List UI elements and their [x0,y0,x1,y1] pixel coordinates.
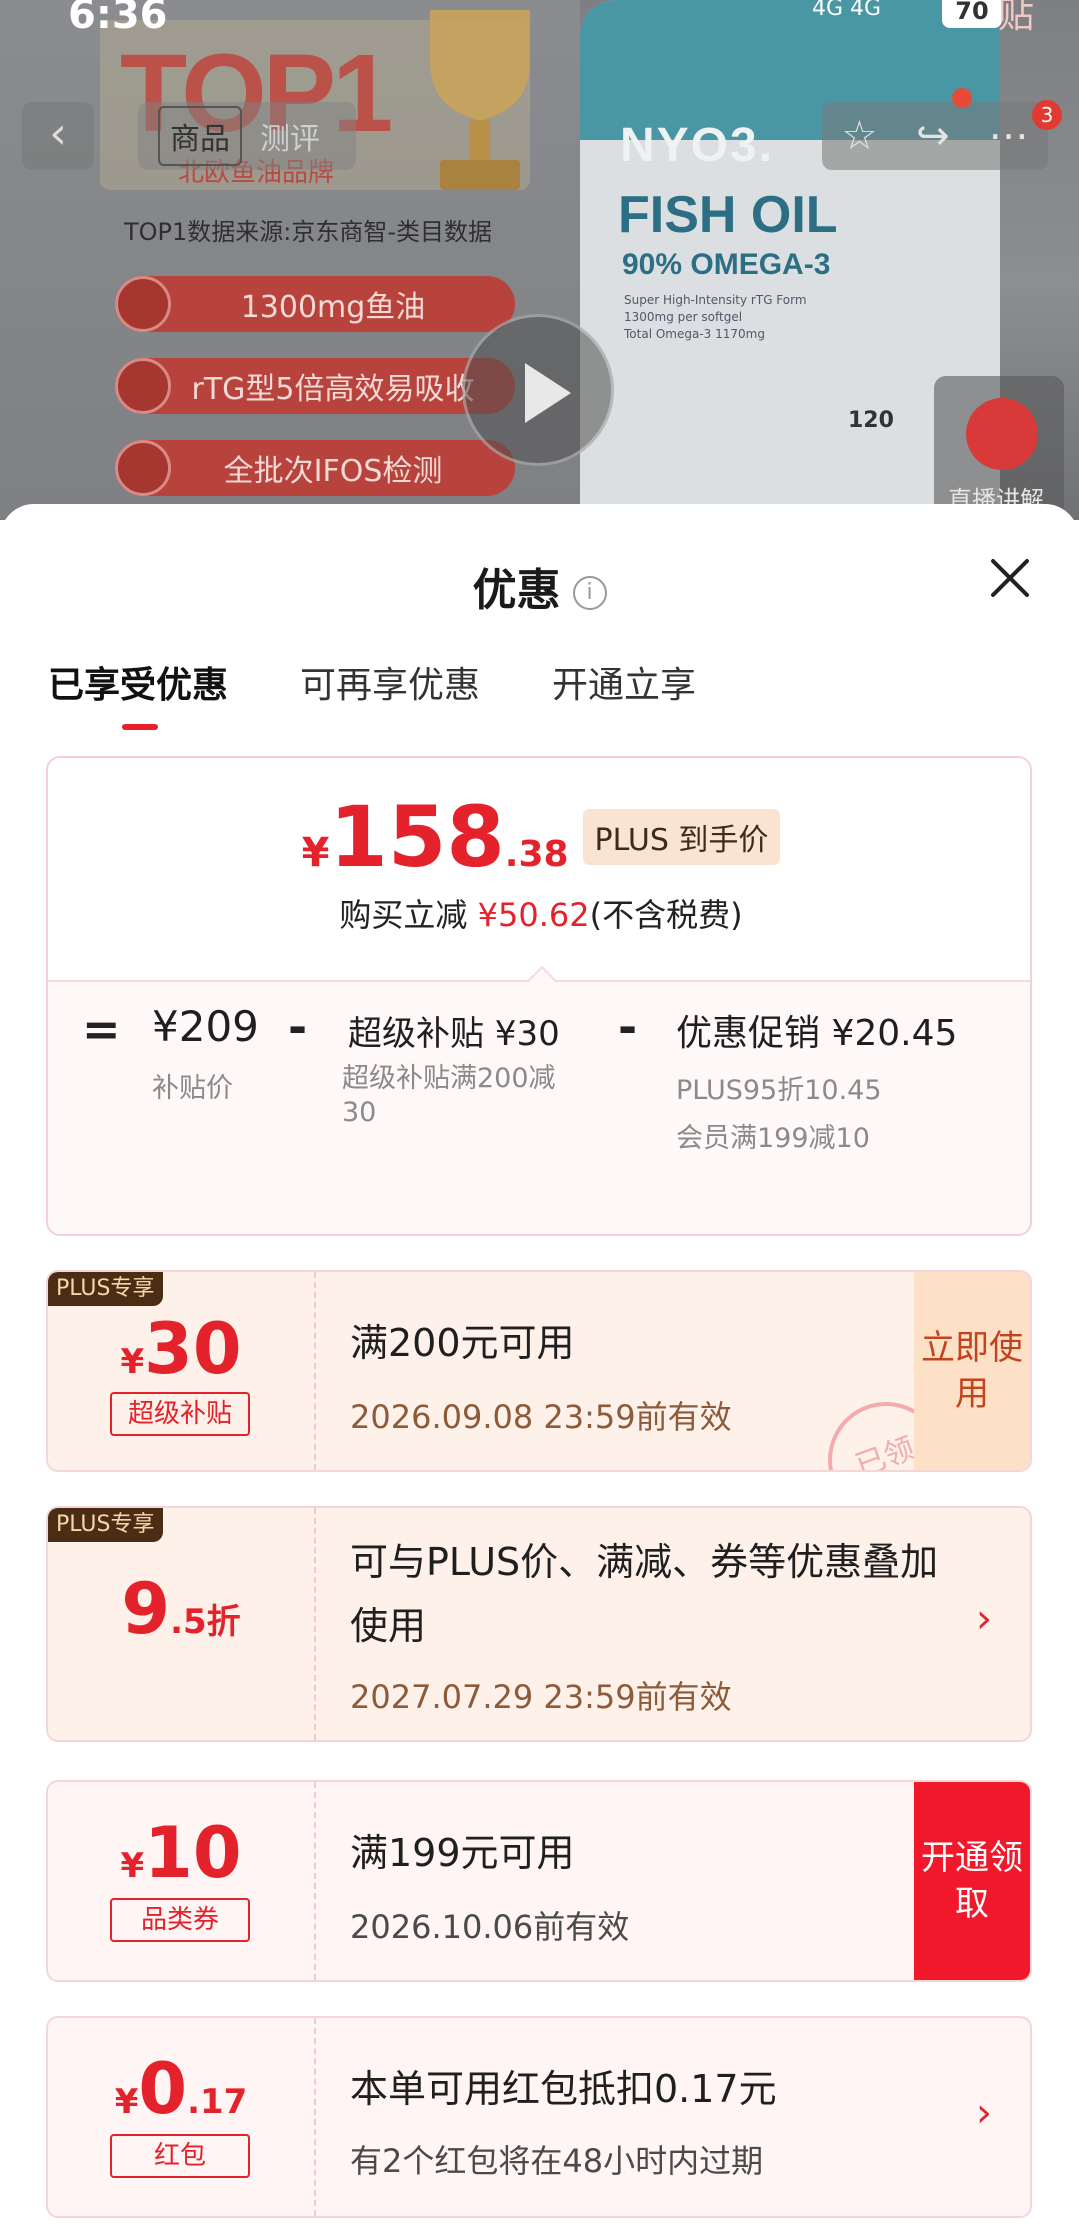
equals-sign: = [82,1002,121,1056]
live-explain-button[interactable]: 直播讲解 [934,376,1064,520]
coupon-validity: 2026.10.06前有效 [350,1908,630,1946]
coupon-super-subsidy[interactable]: PLUS专享 ¥30 超级补贴 满200元可用 2026.09.08 23:59… [46,1270,1032,1472]
star-icon[interactable]: ☆ [841,113,877,159]
tab-review[interactable]: 测评 [260,114,320,158]
play-video-button[interactable] [462,314,614,466]
chevron-right-icon[interactable]: › [976,1596,992,1642]
coupon-condition: 可与PLUS价、满减、券等优惠叠加使用 [350,1540,939,1648]
plus-exclusive-badge: PLUS专享 [48,1508,163,1542]
subsidy-desc: 超级补贴满200减30 [342,1063,556,1128]
tab-product[interactable]: 商品 [158,106,242,166]
back-button[interactable]: ‹ [22,102,94,170]
bar-chart-icon [966,398,1038,470]
discount-tabs: 已享受优惠 可再享优惠 开通立享 [48,656,696,730]
message-badge: 3 [1032,100,1062,130]
coupon-plus-discount[interactable]: PLUS专享 9.5折 可与PLUS价、满减、券等优惠叠加使用 2027.07.… [46,1506,1032,1742]
summary-breakdown: = ¥209 补贴价 - 超级补贴 ¥30 超级补贴满200减30 - 优惠促销… [48,980,1030,1234]
bottle-omega: 90% OMEGA-3 [622,248,831,281]
discount-sheet: 优惠 i 已享受优惠 可再享优惠 开通立享 ¥158.38 PLUS 到手价 购买立… [0,504,1079,2231]
data-source-text: TOP1数据来源:京东商智-类目数据 [124,218,493,246]
bottle-count: 120 [848,408,894,433]
bottle-brand: NYO3. [620,119,775,172]
tab-enjoyed[interactable]: 已享受优惠 [48,656,228,730]
promo-title: 优惠促销 ¥20.45 [676,1013,958,1054]
nav-actions: ☆ ↪ ⋯ [822,102,1048,170]
tab-activate[interactable]: 开通立享 [552,656,696,708]
sheet-title: 优惠 [472,565,561,616]
promo-line1: PLUS95折10.45 [676,1075,882,1106]
coupon-amount: ¥0.17 [114,2048,248,2130]
subsidy-tag: 贴 [998,0,1035,36]
bottle-name: FISH OIL [618,186,838,244]
coupon-divider [314,1782,316,1980]
coupon-type-tag: 品类券 [110,1898,250,1942]
subsidy-title: 超级补贴 ¥30 [348,1014,560,1054]
close-icon[interactable] [988,556,1032,600]
product-image: TOP1 北欧鱼油品牌 TOP1数据来源:京东商智-类目数据 1300mg鱼油 … [0,0,1079,520]
coupon-condition: 满199元可用 [350,1831,575,1875]
coupon-condition: 满200元可用 [350,1321,575,1365]
battery-icon: 70 [942,0,1002,28]
summary-top: ¥158.38 PLUS 到手价 购买立减 ¥50.62(不含税费) [48,758,1030,980]
absorb-icon [115,358,171,414]
feature-pill: 1300mg鱼油 [115,276,515,332]
feature-pill: rTG型5倍高效易吸收 [115,358,515,414]
nav-tabs: 商品 测评 [138,102,356,170]
heart-pulse-icon [115,276,171,332]
test-tube-icon [115,440,171,496]
coupon-value: PLUS专享 9.5折 [48,1508,314,1740]
coupon-value: ¥0.17 红包 [48,2018,314,2216]
coupon-amount: 9.5折 [121,1568,241,1650]
promo-line2: 会员满199减10 [676,1123,870,1154]
chevron-right-icon[interactable]: › [976,2090,992,2136]
coupon-divider [314,2018,316,2216]
base-price: ¥209 [152,1002,259,1051]
status-time: 6:36 [68,0,168,38]
coupon-validity: 2027.07.29 23:59前有效 [350,1678,732,1716]
plus-price-tag: PLUS 到手价 [582,809,781,865]
use-now-button[interactable]: 立即使用 [914,1272,1030,1470]
coupon-validity: 2026.09.08 23:59前有效 [350,1398,732,1436]
reduce-line: 购买立减 ¥50.62(不含税费) [339,896,743,934]
minus-sign: - [288,1000,308,1054]
coupon-divider [314,1508,316,1740]
coupon-validity: 有2个红包将在48小时内过期 [350,2142,764,2180]
signal-icon: 4G 4G [812,0,882,21]
share-icon[interactable]: ↪ [916,113,950,159]
chevron-left-icon: ‹ [49,108,67,159]
coupon-value: ¥10 品类券 [48,1782,314,1980]
tab-more[interactable]: 可再享优惠 [300,656,480,708]
trophy-icon [430,10,530,190]
notification-dot [952,88,972,108]
coupon-type-tag: 超级补贴 [110,1392,250,1436]
coupon-red-packet[interactable]: ¥0.17 红包 本单可用红包抵扣0.17元 有2个红包将在48小时内过期 › [46,2016,1032,2218]
price-summary-card: ¥158.38 PLUS 到手价 购买立减 ¥50.62(不含税费) = ¥209… [46,756,1032,1236]
activate-claim-button[interactable]: 开通领取 [914,1782,1030,1980]
base-label: 补贴价 [152,1073,233,1104]
plus-exclusive-badge: PLUS专享 [48,1272,163,1306]
sheet-title-row: 优惠 i [0,554,1079,618]
bottle-details: Super High-Intensity rTG Form 1300mg per… [624,293,807,341]
feature-pill: 全批次IFOS检测 [115,440,515,496]
coupon-value: PLUS专享 ¥30 超级补贴 [48,1272,314,1470]
minus-sign: - [618,1000,638,1054]
coupon-type-tag: 红包 [110,2134,250,2178]
coupon-category[interactable]: ¥10 品类券 满199元可用 2026.10.06前有效 开通领取 [46,1780,1032,1982]
coupon-amount: ¥30 [120,1308,242,1390]
coupon-condition: 本单可用红包抵扣0.17元 [350,2067,777,2111]
more-icon[interactable]: ⋯ [989,113,1029,159]
info-icon[interactable]: i [572,576,607,610]
coupon-divider [314,1272,316,1470]
final-price: ¥158.38 PLUS 到手价 [48,788,1030,886]
coupon-amount: ¥10 [120,1812,242,1894]
